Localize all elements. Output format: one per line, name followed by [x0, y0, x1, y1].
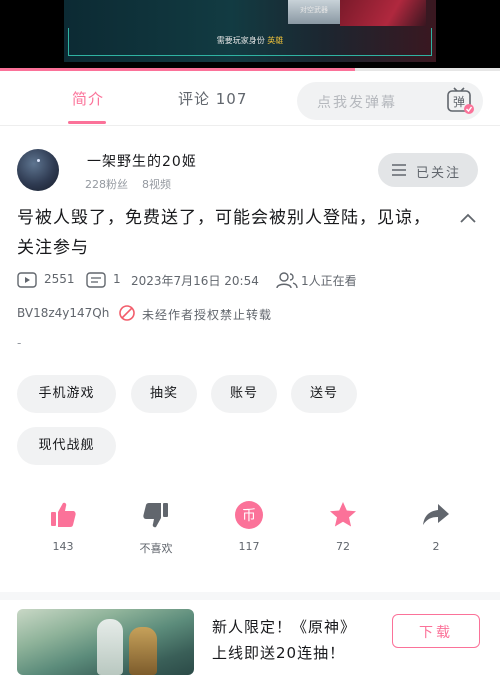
follow-label: 已关注 [416, 166, 462, 181]
dislike-label: 不喜欢 [139, 542, 173, 555]
play-count: 2551 [44, 272, 75, 286]
author-followers: 228粉丝 [85, 178, 128, 191]
tag-modern-warships[interactable]: 现代战舰 [17, 427, 116, 465]
video-stats: 2551 1 2023年7月16日 20:54 1人正在看 [0, 270, 500, 290]
tag-giveaway[interactable]: 送号 [291, 375, 357, 413]
watching-now: 1人正在看 [301, 274, 357, 288]
danmaku-count: 1 [113, 272, 121, 286]
tab-bar: 简介 评论 107 点我发弹幕 弹 [0, 76, 500, 126]
tag-mobile-games[interactable]: 手机游戏 [17, 375, 116, 413]
danmaku-count-icon [86, 272, 106, 288]
author-row: 一架野生的20姬 228粉丝 8视频 已关注 [0, 146, 500, 196]
ad-line-1: 新人限定！《原神》 [212, 618, 357, 636]
tag-lottery[interactable]: 抽奖 [131, 375, 197, 413]
tab-intro[interactable]: 简介 [72, 88, 104, 109]
danmaku-glyph: 弹 [453, 95, 465, 109]
bvid[interactable]: BV18z4y147Qh [17, 306, 109, 320]
danmaku-placeholder: 点我发弹幕 [317, 95, 397, 111]
video-caption: 需要玩家身份 英雄 [216, 36, 284, 45]
share-count: 2 [432, 540, 440, 553]
author-meta: 228粉丝 8视频 [85, 176, 171, 192]
video-frame: 对空武器 需要玩家身份 英雄 [64, 0, 436, 62]
play-count-icon [17, 272, 37, 288]
danmaku-toggle-icon[interactable]: 弹 [445, 86, 475, 116]
publish-date: 2023年7月16日 20:54 [131, 274, 259, 288]
chevron-up-icon[interactable] [458, 210, 478, 224]
people-icon [276, 272, 298, 289]
star-icon [330, 502, 356, 527]
author-video-count: 8视频 [142, 178, 171, 191]
favorite-count: 72 [336, 540, 350, 553]
menu-icon [392, 164, 406, 176]
danmaku-input[interactable]: 点我发弹幕 弹 [297, 82, 483, 120]
video-decoration [340, 0, 426, 26]
avatar[interactable] [17, 149, 59, 191]
thumbs-down-icon [143, 503, 168, 528]
coin-count: 117 [238, 540, 260, 553]
download-label: 下载 [419, 625, 453, 641]
tab-comments[interactable]: 评论 107 [178, 88, 247, 109]
coin-glyph: 币 [242, 508, 256, 524]
author-name[interactable]: 一架野生的20姬 [87, 151, 197, 171]
thumbs-up-icon [51, 502, 76, 527]
video-description: - [17, 336, 22, 350]
bvid-row: BV18z4y147Qh 未经作者授权禁止转载 [0, 304, 500, 324]
download-button[interactable]: 下载 [392, 614, 480, 648]
ad-line-2: 上线即送20连抽！ [212, 644, 346, 662]
ad-banner[interactable]: 新人限定！《原神》 上线即送20连抽！ 下载 [0, 592, 500, 675]
share-icon [423, 504, 449, 525]
ad-text[interactable]: 新人限定！《原神》 上线即送20连抽！ [212, 614, 356, 666]
repost-notice: 未经作者授权禁止转载 [142, 308, 273, 322]
no-repost-icon [119, 305, 135, 321]
video-overlay-text: 对空武器 [300, 6, 328, 14]
tab-active-indicator [68, 121, 106, 124]
like-count: 143 [52, 540, 74, 553]
follow-button[interactable]: 已关注 [378, 153, 478, 187]
tag-account[interactable]: 账号 [211, 375, 277, 413]
ad-image[interactable] [17, 609, 194, 675]
tabs-divider [0, 125, 500, 126]
video-progress-fill [0, 68, 355, 71]
video-title: 号被人毁了，免费送了，可能会被别人登陆，见谅，关注参与 [17, 208, 431, 258]
coin-icon: 币 [235, 501, 263, 529]
video-player[interactable]: 对空武器 需要玩家身份 英雄 [0, 0, 500, 70]
